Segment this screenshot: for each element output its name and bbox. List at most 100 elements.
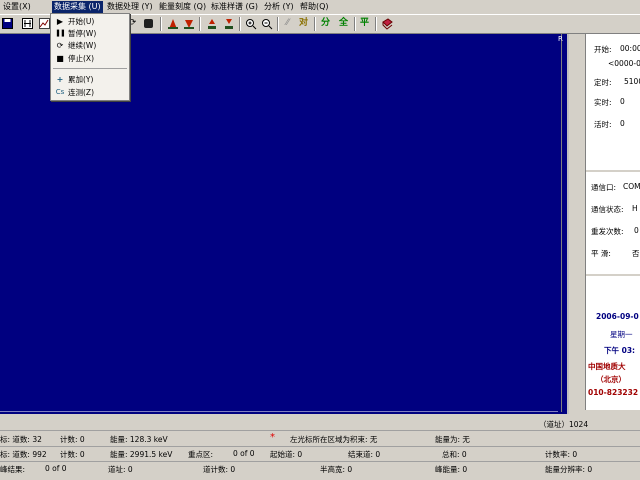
time-display: 下午 03: xyxy=(604,346,636,355)
peak-result-value: 0 of 0 xyxy=(45,464,67,473)
menu-item-continuous[interactable]: Cs 连测(Z) xyxy=(51,87,129,98)
align-button[interactable]: 对 xyxy=(297,17,310,30)
peak-channel-count: 道计数: 0 xyxy=(203,465,236,474)
live-time-value: 0 xyxy=(620,119,625,128)
zoom-in-icon[interactable] xyxy=(244,17,257,30)
asterisk-marker: * xyxy=(270,432,275,443)
toolbar-separator xyxy=(314,17,316,31)
port-value: COM xyxy=(623,182,640,191)
left-cursor-count: 计数: 0 xyxy=(60,435,85,444)
menu-data-processing[interactable]: 数据处理 (Y) xyxy=(105,1,155,13)
channel-axis-label: （道址）1024 xyxy=(539,420,589,429)
status-divider xyxy=(0,461,640,462)
toolbar-separator xyxy=(199,17,201,31)
plus-icon: + xyxy=(56,75,64,84)
peak-channel: 道址: 0 xyxy=(108,465,133,474)
resend-label: 重发次数: xyxy=(591,227,624,236)
menu-item-label: 暂停(W) xyxy=(68,29,97,38)
start-value: 00:00 xyxy=(620,44,640,53)
start-channel: 起始道: 0 xyxy=(270,450,303,459)
save-icon[interactable] xyxy=(1,17,14,30)
pause-icon: ❚❚ xyxy=(55,29,66,37)
menu-analysis[interactable]: 分析 (Y) xyxy=(262,1,296,13)
split-button[interactable]: 分 xyxy=(319,17,332,30)
real-time-value: 0 xyxy=(620,97,625,106)
stop-record-icon[interactable] xyxy=(142,17,155,30)
toolbar-separator xyxy=(160,17,162,31)
key-region-label: 重点区: xyxy=(188,450,214,459)
timer-label: 定时: xyxy=(594,78,612,87)
right-cursor-channel: 标: 道数: 992 xyxy=(0,450,47,459)
comm-state-label: 通信状态: xyxy=(591,205,624,214)
menu-separator xyxy=(53,68,127,69)
resume-icon: ⟳ xyxy=(56,41,64,50)
book-icon[interactable] xyxy=(380,17,393,30)
smooth-label: 平 滑: xyxy=(591,249,611,258)
port-label: 通信口: xyxy=(591,183,617,192)
cs-icon: Cs xyxy=(55,88,65,96)
menu-item-accumulate[interactable]: + 累加(Y) xyxy=(51,74,129,85)
menu-standard-spectrum[interactable]: 标准样谱 (G) xyxy=(209,1,260,13)
grid-icon[interactable] xyxy=(21,17,34,30)
menu-item-stop[interactable]: ■ 停止(X) xyxy=(51,53,129,64)
marker-up-icon[interactable] xyxy=(205,17,218,30)
menu-item-resume[interactable]: ⟳ 继续(W) xyxy=(51,40,129,51)
menu-bar: 设置(X) 数据采集 (U) 数据处理 (Y) 能量刻度 (Q) 标准样谱 (G… xyxy=(0,0,640,14)
all-button[interactable]: 全 xyxy=(337,17,350,30)
menu-settings[interactable]: 设置(X) xyxy=(1,1,33,13)
peak-result-label: 峰结果: xyxy=(0,465,26,474)
marker-down-icon[interactable] xyxy=(222,17,235,30)
info-panel: 开始: 00:00 <0000-00 定时: 5100 实时: 0 活时: 0 … xyxy=(585,34,640,410)
left-cursor-channel: 标: 道数: 32 xyxy=(0,435,42,444)
play-icon: ▶ xyxy=(56,17,64,26)
resend-value: 0 xyxy=(634,226,639,235)
smooth-value: 否 xyxy=(632,249,640,258)
menu-energy-calibration[interactable]: 能量刻度 (Q) xyxy=(157,1,208,13)
status-divider xyxy=(0,446,640,447)
peak-right-icon[interactable] xyxy=(182,17,195,30)
comm-state-value: H xyxy=(632,204,638,213)
data-acquisition-dropdown: ▶ 开始(U) ❚❚ 暂停(W) ⟳ 继续(W) ■ 停止(X) + 累加(Y)… xyxy=(50,13,130,101)
menu-data-acquisition[interactable]: 数据采集 (U) xyxy=(52,1,103,13)
org-phone: 010-823232 xyxy=(588,388,639,397)
stop-icon: ■ xyxy=(56,54,64,63)
toolbar-separator xyxy=(277,17,279,31)
menu-item-label: 开始(U) xyxy=(68,17,95,26)
start-label: 开始: xyxy=(594,45,612,54)
text-button-zhi[interactable]: ⁄⁄ xyxy=(281,17,294,30)
org-name: 中国地质大 xyxy=(588,362,626,371)
peak-left-icon[interactable] xyxy=(166,17,179,30)
menu-item-label: 累加(Y) xyxy=(68,75,94,84)
smooth-button[interactable]: 平 xyxy=(358,17,371,30)
weekday-display: 星期一 xyxy=(610,330,633,339)
fwhm: 半高宽: 0 xyxy=(320,465,353,474)
toolbar-separator xyxy=(375,17,377,31)
roi-status: 左光标所在区域为积束: 无 xyxy=(290,435,378,444)
menu-item-label: 停止(X) xyxy=(68,54,94,63)
menu-help[interactable]: 帮助(Q) xyxy=(298,1,331,13)
panel-separator xyxy=(586,274,640,276)
menu-item-label: 继续(W) xyxy=(68,41,97,50)
total-sum: 总和: 0 xyxy=(442,450,467,459)
left-cursor-energy: 能量: 128.3 keV xyxy=(110,435,168,444)
menu-item-pause[interactable]: ❚❚ 暂停(W) xyxy=(51,28,129,39)
right-cursor-marker: R xyxy=(558,35,563,43)
energy-resolution: 能量分辨率: 0 xyxy=(545,465,593,474)
real-time-label: 实时: xyxy=(594,98,612,107)
zoom-out-icon[interactable] xyxy=(260,17,273,30)
toolbar-separator xyxy=(354,17,356,31)
right-cursor-energy: 能量: 2991.5 keV xyxy=(110,450,173,459)
key-region-value: 0 of 0 xyxy=(233,449,255,458)
right-cursor-count: 计数: 0 xyxy=(60,450,85,459)
right-cursor-line[interactable] xyxy=(561,34,562,412)
live-time-label: 活时: xyxy=(594,120,612,129)
start-range: <0000-00 xyxy=(608,59,640,68)
count-rate: 计数率: 0 xyxy=(545,450,578,459)
toolbar-separator xyxy=(239,17,241,31)
panel-separator xyxy=(586,170,640,172)
menu-item-label: 连测(Z) xyxy=(68,88,94,97)
status-divider xyxy=(0,430,640,431)
menu-item-start[interactable]: ▶ 开始(U) xyxy=(51,16,129,27)
peak-energy: 峰能量: 0 xyxy=(435,465,468,474)
org-city: （北京） xyxy=(596,375,626,384)
